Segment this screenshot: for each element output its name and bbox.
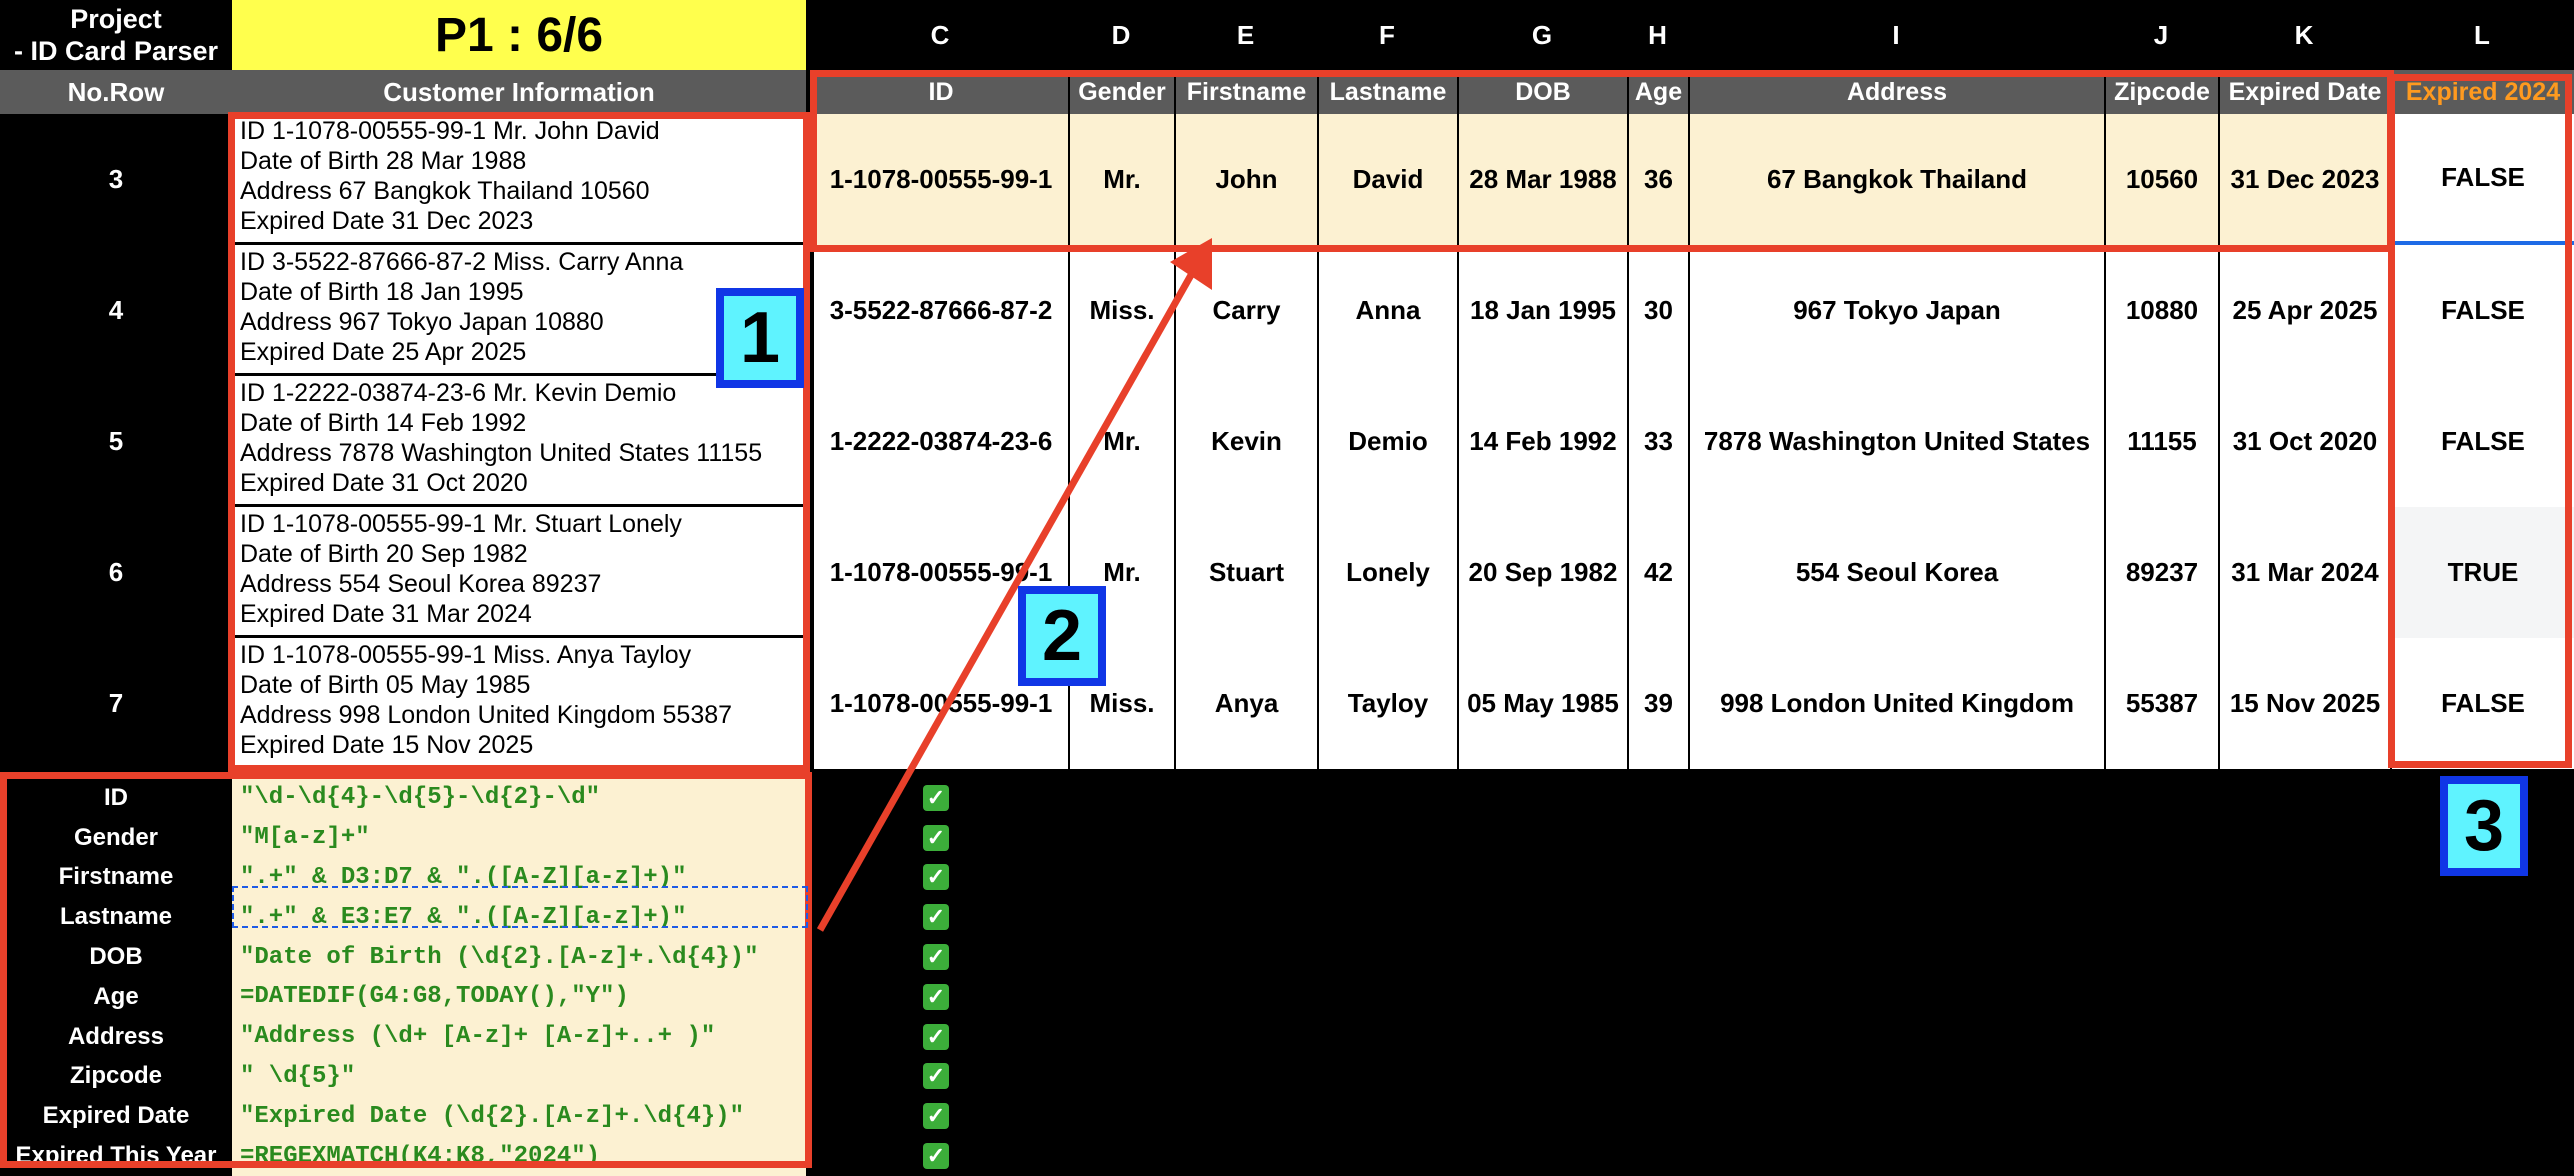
badge-2: 2 (1018, 586, 1106, 686)
arrow-annotation (816, 238, 1212, 932)
badge-1: 1 (716, 288, 804, 388)
arrow-line (816, 266, 1199, 932)
badge-3: 3 (2440, 776, 2528, 876)
arrow-head (1170, 238, 1212, 290)
